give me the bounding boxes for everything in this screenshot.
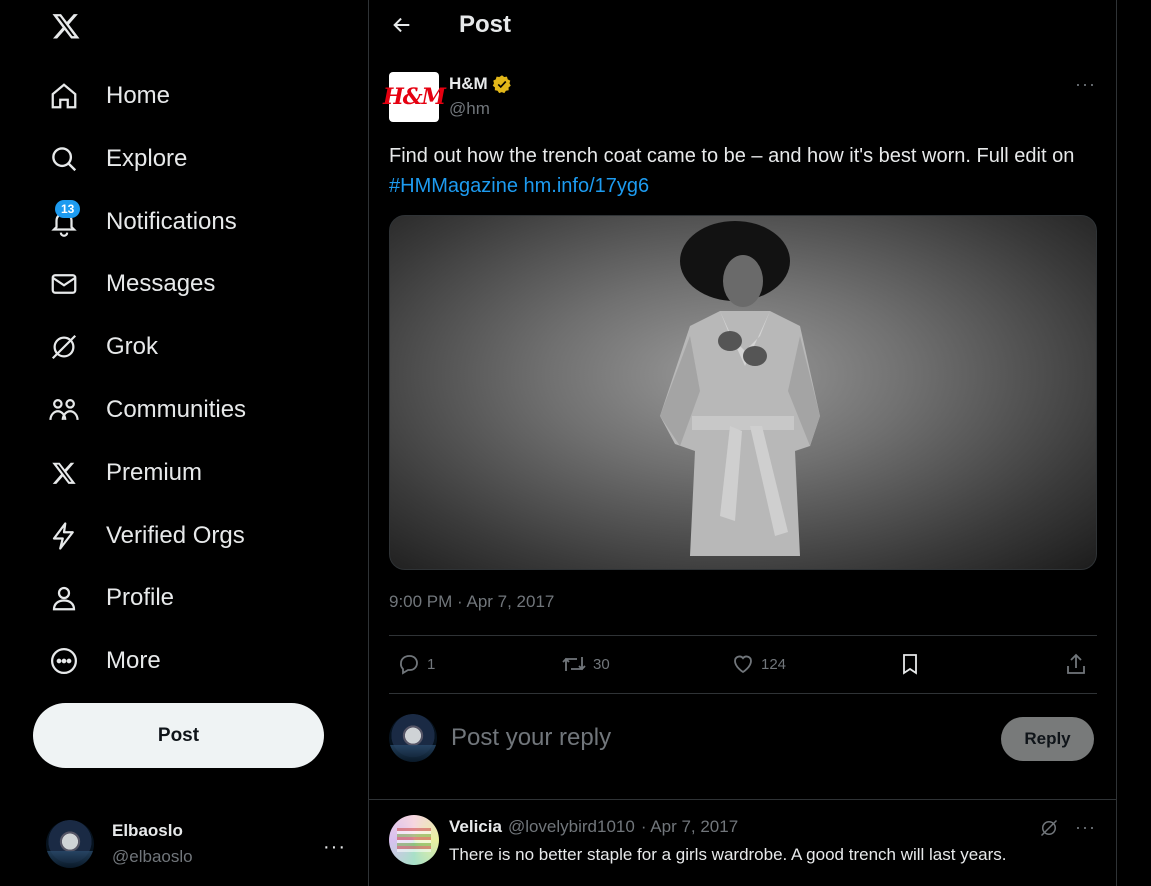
sidebar-item-label: Grok: [106, 333, 159, 360]
reply-header: Velicia @lovelybird1010 · Apr 7, 2017: [449, 817, 738, 837]
sidebar-item-home[interactable]: Home: [46, 71, 170, 121]
sidebar-item-messages[interactable]: Messages: [46, 259, 215, 309]
bell-icon: 13: [46, 200, 82, 240]
sidebar-item-grok[interactable]: Grok: [46, 322, 158, 372]
more-icon[interactable]: ···: [1075, 817, 1096, 838]
tweet-image[interactable]: [389, 215, 1097, 570]
sidebar-item-communities[interactable]: Communities: [46, 385, 246, 435]
reply-author-name[interactable]: Velicia: [449, 817, 502, 837]
reply-date[interactable]: · Apr 7, 2017: [641, 817, 738, 837]
header: Post: [369, 0, 1116, 50]
like-button[interactable]: 124: [731, 652, 786, 676]
repost-icon: [561, 652, 587, 676]
tweet-text-body: Find out how the trench coat came to be …: [389, 145, 1075, 167]
author-name-text: H&M: [449, 74, 488, 93]
sidebar-item-notifications[interactable]: 13 Notifications: [46, 197, 237, 247]
grok-icon: [46, 329, 82, 365]
sidebar-item-label: Profile: [106, 584, 175, 611]
search-icon: [46, 141, 82, 177]
sidebar-item-label: Notifications: [106, 208, 237, 235]
tweet-actions: 1 30 124: [389, 636, 1097, 694]
bookmark-button[interactable]: [899, 652, 921, 676]
sidebar-item-verified-orgs[interactable]: Verified Orgs: [46, 511, 245, 561]
reply-input[interactable]: Post your reply: [451, 724, 611, 752]
more-icon[interactable]: ···: [323, 836, 346, 859]
account-name: Elbaoslo: [112, 821, 183, 840]
reply-icon: [397, 652, 421, 676]
repost-count: 30: [593, 655, 610, 673]
x-logo-icon: [46, 455, 82, 491]
reply-item[interactable]: Velicia @lovelybird1010 · Apr 7, 2017 ··…: [369, 801, 1116, 886]
account-switcher[interactable]: Elbaoslo @elbaoslo ···: [46, 812, 346, 876]
bookmark-icon: [899, 652, 921, 676]
sidebar-item-label: Explore: [106, 145, 188, 172]
grok-icon[interactable]: [1039, 818, 1059, 838]
verified-badge-icon: [492, 74, 512, 94]
avatar: [389, 714, 437, 762]
account-handle: @elbaoslo: [112, 847, 193, 866]
sidebar-item-label: Home: [106, 82, 171, 109]
sidebar-item-premium[interactable]: Premium: [46, 448, 202, 498]
post-button[interactable]: Post: [33, 703, 324, 768]
reply-button[interactable]: 1: [397, 652, 435, 676]
sidebar-item-label: Messages: [106, 270, 216, 297]
reply-count: 1: [427, 655, 436, 673]
lightning-icon: [46, 518, 82, 554]
sidebar-item-more[interactable]: More: [46, 636, 161, 686]
page-title: Post: [459, 11, 512, 38]
author-avatar[interactable]: H&M: [383, 72, 446, 122]
reply-composer: Post your reply Reply: [369, 694, 1116, 800]
sidebar-item-label: Verified Orgs: [106, 522, 245, 549]
reply-author-handle[interactable]: @lovelybird1010: [508, 817, 635, 837]
trench-coat-photo: [660, 221, 820, 556]
communities-icon: [46, 392, 82, 428]
envelope-icon: [46, 266, 82, 302]
sidebar-item-profile[interactable]: Profile: [46, 573, 174, 623]
share-button[interactable]: [1065, 652, 1087, 676]
avatar[interactable]: [389, 815, 439, 865]
repost-button[interactable]: 30: [561, 652, 610, 676]
hm-logo: H&M: [383, 84, 446, 110]
home-icon: [46, 78, 82, 114]
tweet-timestamp[interactable]: 9:00 PM · Apr 7, 2017: [389, 592, 554, 612]
url-link[interactable]: hm.info/17yg6: [524, 175, 650, 197]
sidebar-item-explore[interactable]: Explore: [46, 134, 187, 184]
reply-tools: ···: [1039, 817, 1096, 838]
author-name[interactable]: H&M: [449, 74, 512, 94]
post-detail: Post H&M H&M @hm ··· Find out how the tr…: [368, 0, 1117, 886]
sidebar-item-label: Communities: [106, 396, 247, 423]
avatar: [46, 820, 94, 868]
x-logo-icon[interactable]: [46, 6, 86, 46]
tweet-text: Find out how the trench coat came to be …: [389, 141, 1089, 201]
back-arrow-icon[interactable]: [387, 10, 417, 40]
sidebar-item-label: Premium: [106, 459, 203, 486]
share-icon: [1065, 652, 1087, 676]
author-handle[interactable]: @hm: [449, 99, 490, 119]
like-count: 124: [761, 655, 787, 673]
more-icon[interactable]: ···: [1075, 74, 1096, 95]
reply-submit-button[interactable]: Reply: [1001, 717, 1094, 761]
hashtag-link[interactable]: #HMMagazine: [389, 175, 518, 197]
notification-badge: 13: [55, 200, 81, 218]
person-icon: [46, 580, 82, 616]
more-circle-icon: [46, 643, 82, 679]
sidebar-item-label: More: [106, 647, 161, 674]
heart-icon: [731, 652, 755, 676]
sidebar: Home Explore 13 Notifications Messages G…: [0, 0, 368, 886]
reply-text: There is no better staple for a girls wa…: [449, 845, 1007, 864]
